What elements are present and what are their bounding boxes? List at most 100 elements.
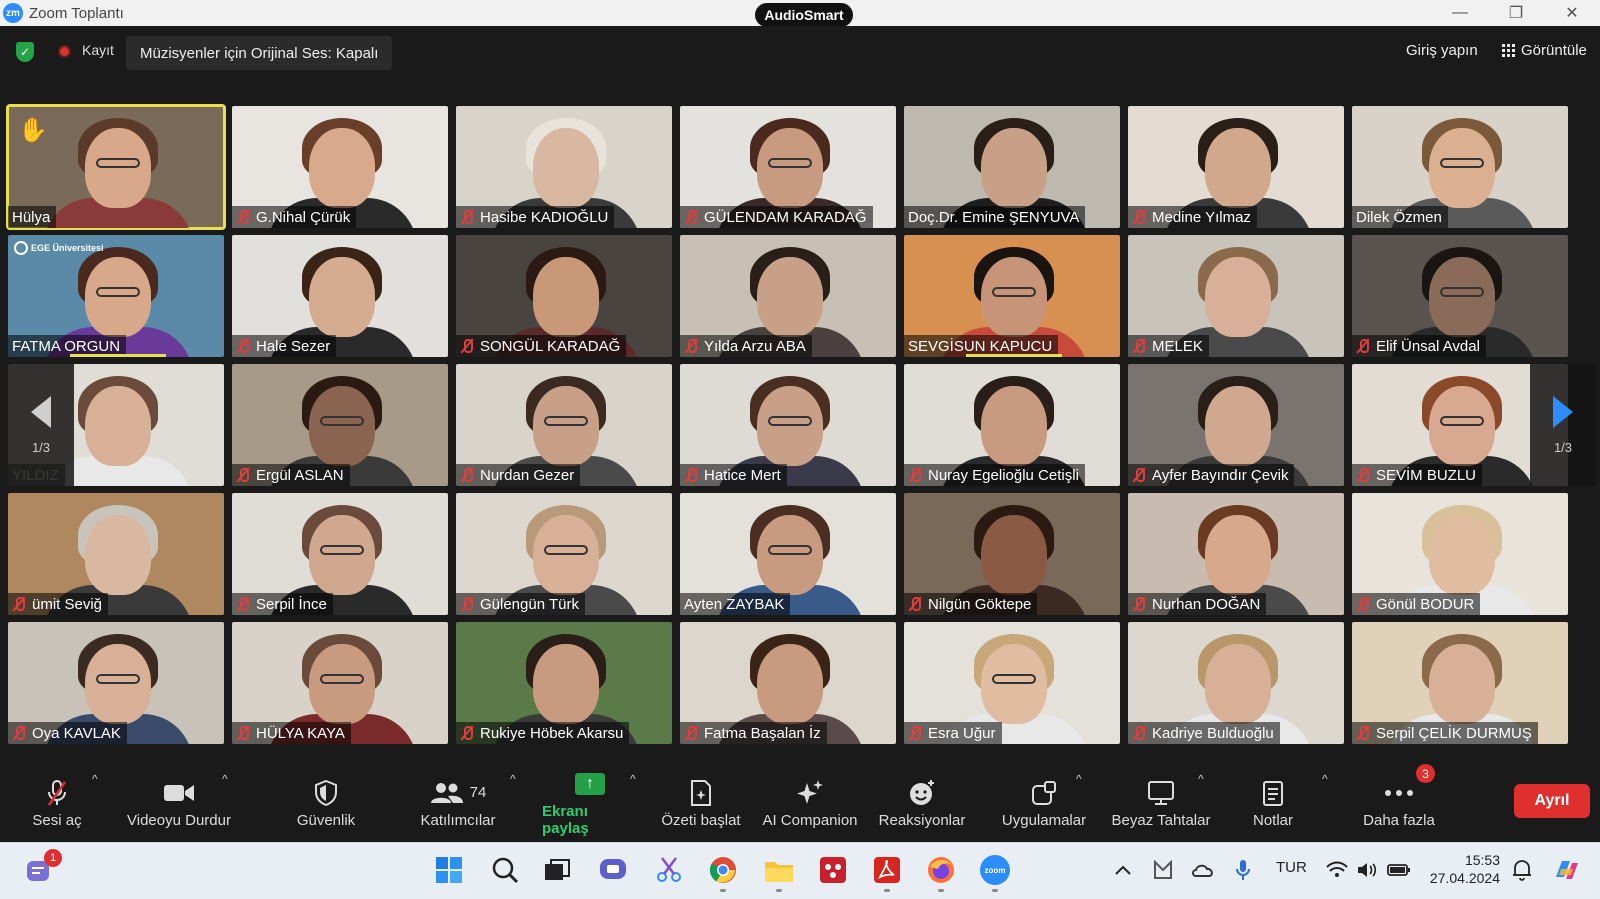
participant-tile[interactable]: Ayten ZAYBAK	[680, 493, 896, 615]
participant-tile[interactable]: Fatma Başalan İz	[680, 622, 896, 744]
participant-tile[interactable]: Gülengün Türk	[456, 493, 672, 615]
participant-tile[interactable]: Medine Yılmaz	[1128, 106, 1344, 228]
participant-tile[interactable]: MELEK	[1128, 235, 1344, 357]
participant-video-face	[1205, 644, 1271, 724]
keyboard-language[interactable]: TUR	[1276, 859, 1307, 876]
task-view-icon[interactable]	[540, 853, 574, 887]
app-tile-icon[interactable]	[816, 853, 850, 887]
participants-button[interactable]: 74 Katılımcılar	[410, 764, 506, 842]
participant-name-bar: Ayfer Bayındır Çevik	[1128, 464, 1295, 486]
participant-video-glasses	[1440, 158, 1484, 168]
participant-name: SEVGİSUN KAPUCU	[908, 337, 1053, 355]
recording-icon[interactable]	[58, 45, 71, 58]
participant-tile[interactable]: Ayfer Bayındır Çevik	[1128, 364, 1344, 486]
start-summary-button[interactable]: Özeti başlat	[656, 764, 746, 842]
maximize-button[interactable]: ❐	[1488, 0, 1544, 26]
volume-icon[interactable]	[1350, 853, 1384, 887]
battery-icon[interactable]	[1382, 853, 1416, 887]
minimize-button[interactable]: —	[1432, 0, 1488, 26]
leave-meeting-button[interactable]: Ayrıl	[1514, 784, 1590, 818]
participant-tile[interactable]: Nuray Egelioğlu Cetişli	[904, 364, 1120, 486]
whiteboards-options-caret-icon[interactable]: ^	[1198, 772, 1204, 786]
participant-tile[interactable]: Hale Sezer	[232, 235, 448, 357]
participant-tile[interactable]: Hatice Mert	[680, 364, 896, 486]
onedrive-cloud-icon[interactable]	[1186, 853, 1220, 887]
participant-name: SEVİM BUZLU	[1376, 466, 1477, 484]
participant-name-bar: Hatice Mert	[680, 464, 787, 486]
show-hidden-icons-chevron-icon[interactable]	[1106, 853, 1140, 887]
firefox-icon[interactable]	[924, 853, 958, 887]
participant-tile[interactable]: SEVGİSUN KAPUCU	[904, 235, 1120, 357]
participants-options-caret-icon[interactable]: ^	[510, 772, 516, 786]
ai-companion-button[interactable]: AI Companion	[756, 764, 864, 842]
apps-label: Uygulamalar	[1001, 811, 1087, 829]
wifi-icon[interactable]	[1320, 853, 1354, 887]
copilot-icon[interactable]	[1550, 853, 1584, 887]
participant-tile[interactable]: Yılda Arzu ABA	[680, 235, 896, 357]
microphone-tray-icon[interactable]	[1226, 853, 1260, 887]
participant-tile[interactable]: Rukiye Höbek Akarsu	[456, 622, 672, 744]
participant-video-face	[85, 644, 151, 724]
participant-name-bar: Esra Uğur	[904, 722, 1002, 744]
apps-options-caret-icon[interactable]: ^	[1076, 772, 1082, 786]
participant-name-bar: Dilek Özmen	[1352, 206, 1448, 228]
participant-tile[interactable]: Nurdan Gezer	[456, 364, 672, 486]
participant-tile[interactable]: Kadriye Bulduoğlu	[1128, 622, 1344, 744]
participant-tile[interactable]: Gönül BODUR	[1352, 493, 1568, 615]
participant-name: Hatice Mert	[704, 466, 781, 484]
sign-in-link[interactable]: Giriş yapın	[1406, 42, 1478, 59]
participant-tile[interactable]: Doç.Dr. Emine ŞENYUVA	[904, 106, 1120, 228]
participant-tile[interactable]: GÜLENDAM KARADAĞ	[680, 106, 896, 228]
share-options-caret-icon[interactable]: ^	[630, 772, 636, 786]
notification-bell-icon[interactable]	[1505, 853, 1539, 887]
reactions-button[interactable]: Reaksiyonlar	[872, 764, 972, 842]
participant-name-bar: Serpil ÇELİK DURMUŞ	[1352, 722, 1538, 744]
participant-tile[interactable]: Nurhan DOĞAN	[1128, 493, 1344, 615]
participant-tile[interactable]: ümit Seviğ	[8, 493, 224, 615]
participant-tile[interactable]: EGE Üniversitesi FATMA ORGUN	[8, 235, 224, 357]
notes-button[interactable]: Notlar	[1238, 764, 1308, 842]
snipping-tool-icon[interactable]	[652, 853, 686, 887]
participant-tile[interactable]: G.Nihal Çürük	[232, 106, 448, 228]
share-screen-button[interactable]: ↑ Ekranı paylaş	[542, 764, 638, 842]
unmute-button[interactable]: Sesi aç	[14, 764, 100, 842]
zoom-app-icon[interactable]: zoom	[978, 853, 1012, 887]
next-page-button[interactable]: 1/3	[1530, 364, 1596, 486]
security-button[interactable]: Güvenlik	[286, 764, 366, 842]
teams-meet-icon[interactable]	[596, 853, 630, 887]
participant-tile[interactable]: Serpil İnce	[232, 493, 448, 615]
participant-tile[interactable]: Nilgün Göktepe	[904, 493, 1120, 615]
participant-name-bar: Gönül BODUR	[1352, 593, 1481, 615]
recording-label[interactable]: Kayıt	[82, 42, 114, 58]
audio-options-caret-icon[interactable]: ^	[92, 772, 98, 786]
grid-view-icon	[1502, 44, 1515, 57]
participant-tile[interactable]: HÜLYA KAYA	[232, 622, 448, 744]
previous-page-button[interactable]: 1/3	[8, 364, 74, 486]
close-window-button[interactable]: ✕	[1544, 0, 1600, 26]
more-button[interactable]: Daha fazla 3	[1356, 764, 1442, 842]
video-options-caret-icon[interactable]: ^	[222, 772, 228, 786]
teams-chat-icon[interactable]: 1	[22, 849, 62, 887]
participant-tile[interactable]: ✋ Hülya	[6, 104, 226, 230]
audiosmart-badge[interactable]: AudioSmart	[755, 3, 853, 27]
participant-tile[interactable]: Serpil ÇELİK DURMUŞ	[1352, 622, 1568, 744]
participant-tile[interactable]: Esra Uğur	[904, 622, 1120, 744]
encryption-shield-icon[interactable]: ✓	[16, 42, 34, 62]
notes-options-caret-icon[interactable]: ^	[1322, 772, 1328, 786]
participant-video-face	[309, 257, 375, 337]
participant-tile[interactable]: Dilek Özmen	[1352, 106, 1568, 228]
participant-tile[interactable]: SONGÜL KARADAĞ	[456, 235, 672, 357]
participant-tile[interactable]: Ergül ASLAN	[232, 364, 448, 486]
windows-start-icon[interactable]	[432, 853, 466, 887]
acrobat-icon[interactable]	[870, 853, 904, 887]
system-clock[interactable]: 15:53 27.04.2024	[1418, 851, 1500, 887]
participant-tile[interactable]: Elif Ünsal Avdal	[1352, 235, 1568, 357]
participant-tile[interactable]: Hasibe KADIOĞLU	[456, 106, 672, 228]
view-button[interactable]: Görüntüle	[1502, 42, 1587, 59]
search-icon[interactable]	[488, 853, 522, 887]
antivirus-tray-icon[interactable]	[1146, 853, 1180, 887]
original-sound-toggle[interactable]: Müzisyenler için Orijinal Ses: Kapalı	[126, 36, 393, 70]
file-explorer-icon[interactable]	[762, 853, 796, 887]
chrome-icon[interactable]	[706, 853, 740, 887]
participant-tile[interactable]: Oya KAVLAK	[8, 622, 224, 744]
